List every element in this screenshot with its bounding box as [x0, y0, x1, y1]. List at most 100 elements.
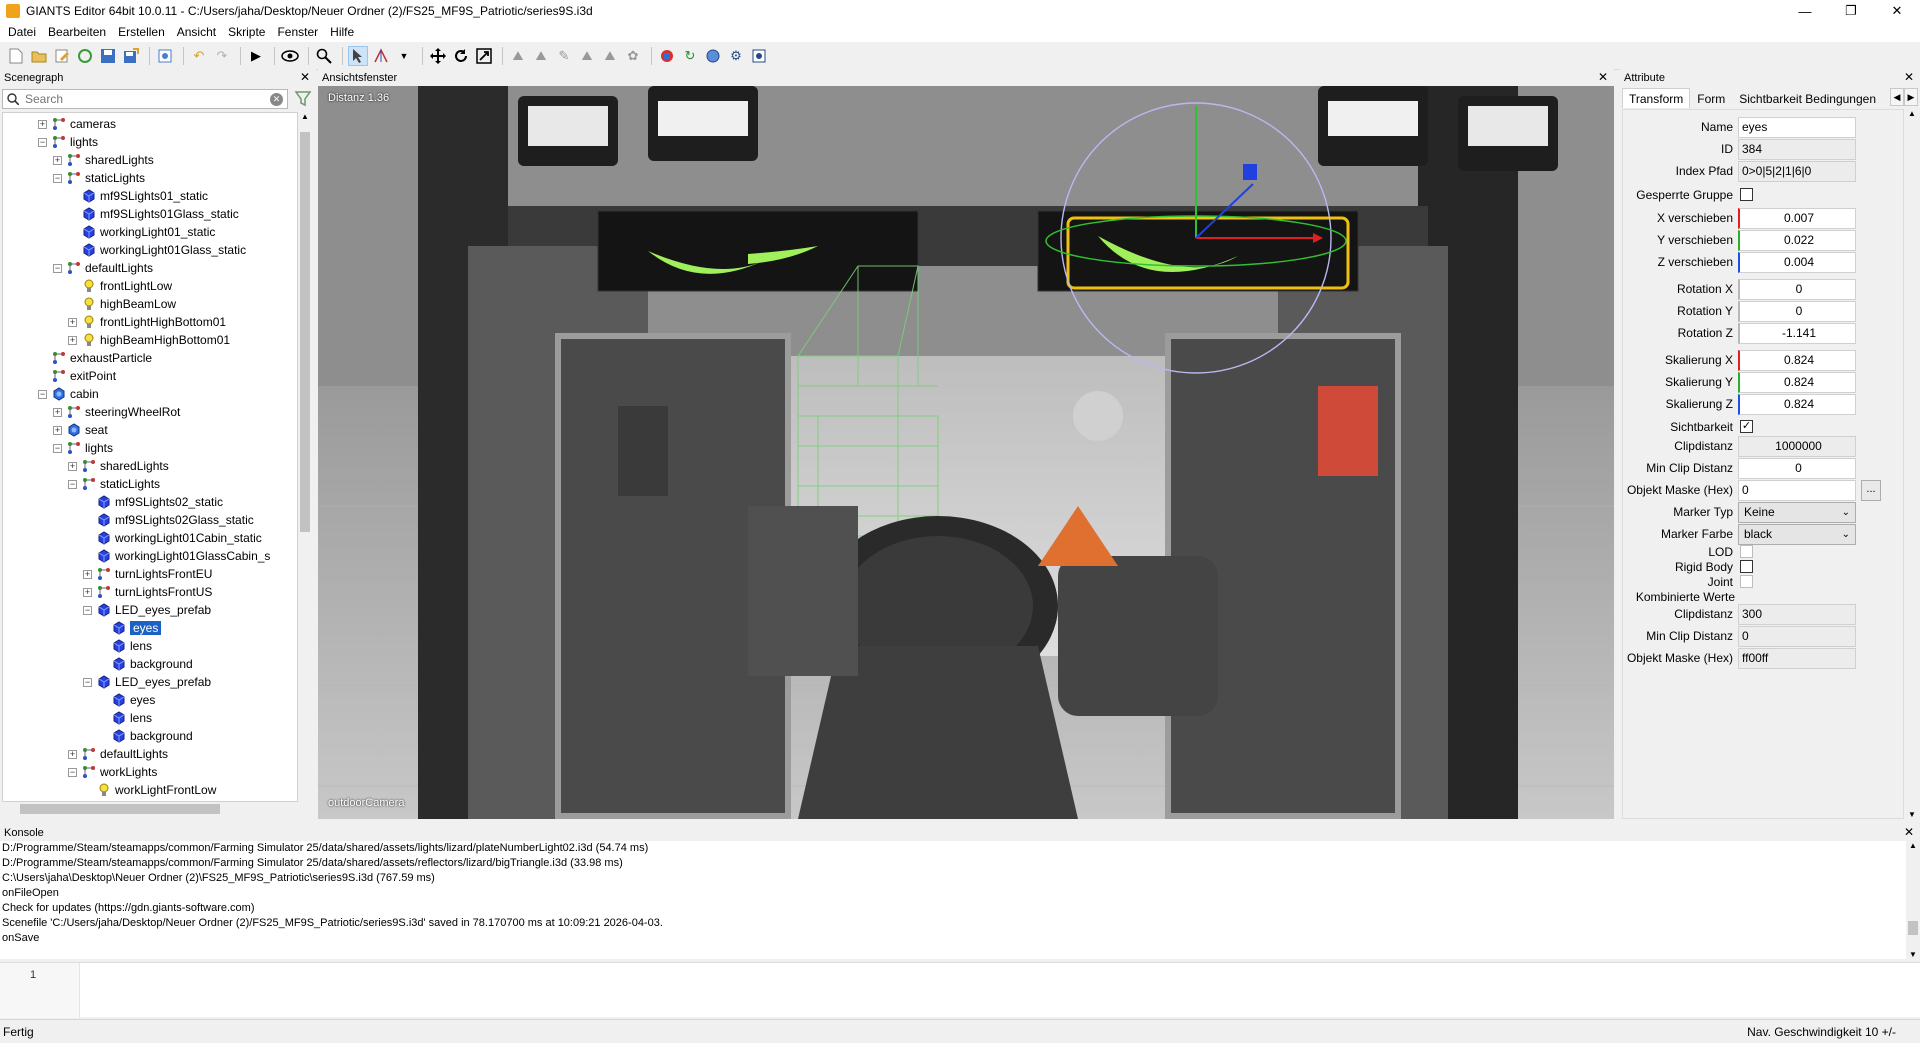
- menu-datei[interactable]: Datei: [2, 25, 42, 39]
- tab-transform[interactable]: Transform: [1622, 88, 1691, 108]
- save-icon[interactable]: [98, 46, 118, 66]
- close-window-button[interactable]: ✕: [1874, 0, 1920, 22]
- tree-item[interactable]: + highBeamHighBottom01: [68, 331, 230, 349]
- scenegraph-horizontal-scrollbar[interactable]: [2, 802, 298, 816]
- tree-item[interactable]: − defaultLights: [53, 259, 153, 277]
- close-icon[interactable]: ✕: [300, 70, 310, 84]
- clear-search-icon[interactable]: ✕: [270, 93, 283, 106]
- tree-item[interactable]: + defaultLights: [68, 745, 168, 763]
- foliage-paint-icon[interactable]: ✎: [554, 46, 574, 66]
- tree-item[interactable]: workingLight01Cabin_static: [83, 529, 262, 547]
- collapse-icon[interactable]: −: [83, 677, 92, 687]
- scale-z-field[interactable]: 0.824: [1738, 394, 1856, 415]
- tree-item[interactable]: workLightFrontLow: [83, 781, 216, 799]
- expand-icon[interactable]: +: [68, 749, 77, 759]
- terrain-paint-icon[interactable]: ⛰: [531, 46, 551, 66]
- network-icon[interactable]: [703, 46, 723, 66]
- menu-fenster[interactable]: Fenster: [271, 25, 324, 39]
- move-icon[interactable]: [428, 46, 448, 66]
- menu-skripte[interactable]: Skripte: [222, 25, 271, 39]
- scroll-down-icon[interactable]: ▼: [1906, 950, 1920, 959]
- tree-item[interactable]: − workLights: [68, 763, 157, 781]
- minimize-button[interactable]: —: [1782, 0, 1828, 22]
- open-folder-icon[interactable]: [29, 46, 49, 66]
- min-clip-distance-field[interactable]: 0: [1738, 458, 1856, 479]
- tree-item[interactable]: exitPoint: [38, 367, 116, 385]
- tree-item[interactable]: + sharedLights: [68, 457, 169, 475]
- tree-item[interactable]: + turnLightsFrontUS: [83, 583, 212, 601]
- close-icon[interactable]: ✕: [1904, 70, 1914, 84]
- collapse-icon[interactable]: −: [53, 263, 62, 273]
- collapse-icon[interactable]: −: [53, 173, 62, 183]
- console-scrollbar[interactable]: ▲ ▼: [1906, 841, 1920, 959]
- tree-item[interactable]: lens: [98, 637, 152, 655]
- save-as-icon[interactable]: [121, 46, 141, 66]
- import-icon[interactable]: [155, 46, 175, 66]
- tree-item[interactable]: mf9SLights01_static: [68, 187, 208, 205]
- tree-item[interactable]: background: [98, 727, 193, 745]
- eye-icon[interactable]: [280, 46, 300, 66]
- tab-scroll-left-icon[interactable]: ◀: [1890, 88, 1904, 106]
- terrain-smooth-icon[interactable]: ⛰: [600, 46, 620, 66]
- terrain-sculpt-icon[interactable]: ⛰: [508, 46, 528, 66]
- close-icon[interactable]: ✕: [1904, 825, 1914, 839]
- tree-item[interactable]: workingLight01GlassCabin_s: [83, 547, 270, 565]
- expand-icon[interactable]: +: [53, 155, 62, 165]
- tree-item[interactable]: + steeringWheelRot: [53, 403, 180, 421]
- plugin-icon[interactable]: [749, 46, 769, 66]
- tree-item[interactable]: workingLight01_static: [68, 223, 215, 241]
- expand-icon[interactable]: +: [38, 119, 47, 129]
- tree-item[interactable]: + frontLightHighBottom01: [68, 313, 226, 331]
- tab-scroll-right-icon[interactable]: ▶: [1904, 88, 1918, 106]
- settings-gear-icon[interactable]: ⚙: [726, 46, 746, 66]
- close-icon[interactable]: ✕: [1598, 70, 1608, 84]
- tree-item[interactable]: mf9SLights02Glass_static: [83, 511, 254, 529]
- tree-item[interactable]: mf9SLights01Glass_static: [68, 205, 239, 223]
- expand-icon[interactable]: +: [68, 461, 77, 471]
- collapse-icon[interactable]: −: [38, 137, 47, 147]
- tree-item[interactable]: + seat: [53, 421, 108, 439]
- select-pointer-icon[interactable]: [348, 45, 368, 66]
- search-input[interactable]: [25, 92, 255, 106]
- play-icon[interactable]: ▶: [246, 46, 266, 66]
- menu-erstellen[interactable]: Erstellen: [112, 25, 171, 39]
- tree-item[interactable]: − cabin: [38, 385, 99, 403]
- tree-item[interactable]: mf9SLights02_static: [83, 493, 223, 511]
- expand-icon[interactable]: +: [68, 335, 77, 345]
- expand-icon[interactable]: +: [53, 425, 62, 435]
- tree-item[interactable]: workingLight01Glass_static: [68, 241, 246, 259]
- redo-icon[interactable]: ↷: [212, 46, 232, 66]
- tree-item[interactable]: − lights: [38, 133, 98, 151]
- collapse-icon[interactable]: −: [68, 767, 77, 777]
- scale-icon[interactable]: [474, 46, 494, 66]
- scrollbar-thumb[interactable]: [300, 132, 310, 532]
- object-paint-icon[interactable]: ✿: [623, 46, 643, 66]
- rotate-icon[interactable]: [451, 46, 471, 66]
- menu-ansicht[interactable]: Ansicht: [171, 25, 222, 39]
- maximize-button[interactable]: ❐: [1828, 0, 1874, 22]
- clip-distance-field[interactable]: 1000000: [1738, 436, 1856, 457]
- terrain-flatten-icon[interactable]: ⛰: [577, 46, 597, 66]
- tree-item[interactable]: + cameras: [38, 115, 116, 133]
- select-mode-icon[interactable]: [371, 46, 391, 66]
- object-mask-edit-button[interactable]: ...: [1861, 480, 1881, 501]
- tree-item[interactable]: − lights: [53, 439, 113, 457]
- collapse-icon[interactable]: −: [53, 443, 62, 453]
- tree-item[interactable]: eyes: [98, 691, 155, 709]
- rotation-z-field[interactable]: -1.141: [1738, 323, 1856, 344]
- tree-item[interactable]: background: [98, 655, 193, 673]
- refresh-icon[interactable]: ↻: [680, 46, 700, 66]
- scale-x-field[interactable]: 0.824: [1738, 350, 1856, 371]
- undo-icon[interactable]: ↶: [189, 46, 209, 66]
- translate-y-field[interactable]: 0.022: [1738, 230, 1856, 251]
- expand-icon[interactable]: +: [83, 569, 92, 579]
- tab-visibility-conditions[interactable]: Sichtbarkeit Bedingungen: [1732, 88, 1883, 108]
- tree-item[interactable]: + sharedLights: [53, 151, 154, 169]
- reload-icon[interactable]: [75, 46, 95, 66]
- render-settings-icon[interactable]: [657, 46, 677, 66]
- attributes-scrollbar[interactable]: ▲ ▼: [1906, 109, 1918, 819]
- tree-item[interactable]: frontLightLow: [68, 277, 172, 295]
- tree-item[interactable]: − LED_eyes_prefab: [83, 673, 211, 691]
- rotation-y-field[interactable]: 0: [1738, 301, 1856, 322]
- scrollbar-thumb[interactable]: [1908, 921, 1918, 935]
